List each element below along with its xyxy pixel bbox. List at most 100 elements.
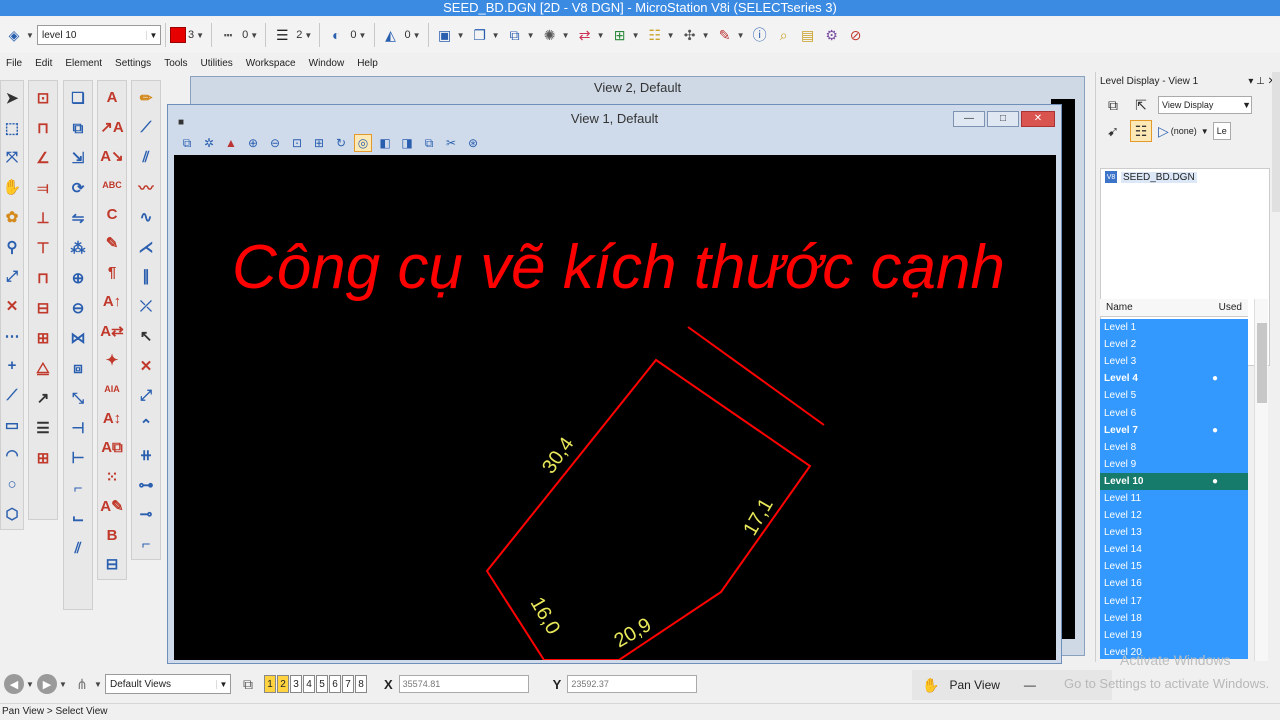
select-levels-icon[interactable]: ➹ (1102, 120, 1124, 142)
view-1-titlebar[interactable]: ■ View 1, Default — □ ✕ (168, 105, 1061, 131)
filter-icon[interactable]: ▷ (1158, 123, 1169, 140)
find-replace-icon[interactable]: A⇄ (100, 319, 123, 342)
place-point-icon[interactable]: + (1, 354, 23, 378)
table-icon[interactable]: ⊟ (101, 553, 123, 576)
manipulate-icon[interactable]: ⤧ (1, 145, 23, 169)
references-icon[interactable]: ⧉ (504, 24, 526, 46)
chamfer-icon[interactable]: ⌙ (67, 506, 89, 530)
angle-line-icon[interactable]: ⤫ (135, 294, 157, 318)
minimize-icon[interactable]: — (1024, 678, 1036, 692)
level-row[interactable]: Level 9 (1100, 456, 1248, 473)
polygon-icon[interactable]: ⬡ (1, 502, 23, 526)
bold-icon[interactable]: B (101, 524, 123, 547)
x-coord-field[interactable]: 35574.81 (398, 675, 529, 693)
cells-icon[interactable]: ⚲ (1, 235, 23, 259)
copy-view-icon[interactable]: ⧉ (420, 134, 438, 152)
text-style-icon[interactable]: C (101, 203, 123, 226)
level-row[interactable]: Level 12 (1100, 507, 1248, 524)
dimension-angle-icon[interactable]: ∠ (32, 146, 54, 170)
text-along-icon[interactable]: ↗A (100, 115, 123, 138)
dimension-box-icon[interactable]: ⊟ (32, 296, 54, 320)
circle-icon[interactable]: ○ (1, 473, 23, 497)
levels-scrollbar[interactable] (1254, 299, 1268, 661)
info-icon[interactable]: ⓘ (749, 24, 771, 46)
zoom-in-icon[interactable]: ⊕ (244, 134, 262, 152)
dimension-line[interactable] (687, 326, 825, 426)
delete-icon[interactable]: ✕ (1, 294, 23, 318)
level-row[interactable]: Level 2 (1100, 336, 1248, 353)
enter-data-icon[interactable]: ⁙ (101, 465, 123, 488)
level-manager-icon[interactable]: ☷ (644, 24, 666, 46)
level-row[interactable]: Level 4 ● (1100, 370, 1248, 387)
dropdown-arrow-icon[interactable]: ▼ (94, 680, 102, 689)
dropdown-arrow-icon[interactable]: ▼ (250, 31, 258, 40)
level-row[interactable]: Level 19 (1100, 627, 1248, 644)
scrollbar-thumb[interactable] (1257, 323, 1267, 403)
menu-settings[interactable]: Settings (115, 58, 151, 69)
divide-icon[interactable]: ⊶ (135, 473, 157, 497)
level-row[interactable]: Level 8 (1100, 439, 1248, 456)
line-icon[interactable]: ⟋ (135, 116, 157, 140)
increment-text-icon[interactable]: A↑ (101, 290, 123, 313)
clip-volume-icon[interactable]: ✂ (442, 134, 460, 152)
back-icon[interactable]: ◀ (4, 674, 24, 694)
point-line-icon[interactable]: ⤢ (135, 384, 157, 408)
dimension-update-icon[interactable]: ⊞ (32, 446, 54, 470)
minimize-button[interactable]: — (953, 111, 985, 127)
filter-combo[interactable]: (none) (1171, 126, 1197, 136)
line-weight-icon[interactable]: ☰ (271, 24, 293, 46)
spell-check-icon[interactable]: ABC (101, 174, 123, 197)
dropdown-arrow-icon[interactable]: ▼ (26, 31, 34, 40)
analyze-icon[interactable]: ✣ (679, 24, 701, 46)
dropdown-arrow-icon[interactable]: ▼ (702, 31, 710, 40)
chain-icon[interactable]: ⋈ (67, 326, 89, 350)
pan-view-icon[interactable]: ◎ (354, 134, 372, 152)
copy-text-icon[interactable]: A⧉ (101, 436, 123, 459)
drawing-canvas[interactable]: Công cụ vẽ kích thước cạnh 30,4 17,1 20,… (174, 155, 1056, 660)
patterns-icon[interactable]: ✿ (1, 205, 23, 229)
extend-icon[interactable]: ⊢ (67, 446, 89, 470)
level-row[interactable]: Level 7 ● (1100, 422, 1248, 439)
close-shape-icon[interactable]: ✕ (135, 354, 157, 378)
rotate-view-icon[interactable]: ↻ (332, 134, 350, 152)
tasks-icon[interactable]: ▤ (797, 24, 819, 46)
key-in-icon[interactable]: ✎ (714, 24, 736, 46)
search-icon[interactable]: ⌕ (773, 24, 795, 46)
measure-icon[interactable]: ⤢ (1, 264, 23, 288)
menu-workspace[interactable]: Workspace (246, 58, 296, 69)
view-button-6[interactable]: 6 (329, 675, 341, 693)
menu-utilities[interactable]: Utilities (201, 58, 233, 69)
dropdown-arrow-icon[interactable]: ▼ (26, 680, 34, 689)
menu-edit[interactable]: Edit (35, 58, 52, 69)
menu-file[interactable]: File (6, 58, 22, 69)
view-button-7[interactable]: 7 (342, 675, 354, 693)
display-text-icon[interactable]: AIA (101, 378, 123, 401)
view-button-1[interactable]: 1 (264, 675, 276, 693)
vertex-icon[interactable]: ⌃ (135, 413, 157, 437)
trim-icon[interactable]: ⊣ (67, 416, 89, 440)
settings-icon[interactable]: ⚙ (821, 24, 843, 46)
view-group-combo[interactable]: Default Views ▼ (105, 674, 231, 694)
dropdown-arrow-icon[interactable]: ▼ (196, 31, 204, 40)
view-display-combo[interactable]: View Display ▼ (1158, 96, 1252, 114)
multiline-icon[interactable]: ⫽ (135, 146, 157, 170)
dimension-arc-icon[interactable]: ⧋ (32, 356, 54, 380)
view-next-icon[interactable]: ◨ (398, 134, 416, 152)
window-menu-icon[interactable]: ■ (178, 109, 184, 137)
close-button[interactable]: ✕ (1021, 111, 1055, 127)
menu-help[interactable]: Help (357, 58, 378, 69)
filter-extra[interactable]: Le (1212, 122, 1231, 140)
dimension-list-icon[interactable]: ☰ (32, 416, 54, 440)
priority-icon[interactable]: ◭ (380, 24, 402, 46)
level-row[interactable]: Level 11 (1100, 490, 1248, 507)
view-groups-manager-icon[interactable]: ⧉ (237, 673, 259, 695)
raster-icon[interactable]: ✺ (539, 24, 561, 46)
view-button-8[interactable]: 8 (355, 675, 367, 693)
dropdown-arrow-icon[interactable]: ▼ (59, 680, 67, 689)
dropdown-arrow-icon[interactable]: ▼ (457, 31, 465, 40)
zoom-out-icon[interactable]: ⊖ (266, 134, 284, 152)
dimension-ordinate-icon[interactable]: ⫤ (32, 176, 54, 200)
view-1-window[interactable]: ■ View 1, Default — □ ✕ ⧉ ✲ ▲ ⊕ ⊖ ⊡ ⊞ ↻ … (167, 104, 1062, 664)
dropdown-arrow-icon[interactable]: ▼ (737, 31, 745, 40)
view-select-icon[interactable]: ⧉ (1102, 94, 1124, 116)
